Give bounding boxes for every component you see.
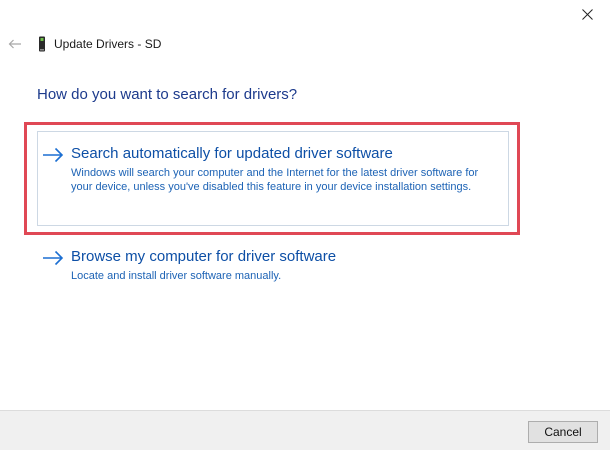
search-automatically-option[interactable]: Search automatically for updated driver … bbox=[37, 131, 509, 226]
back-arrow-icon bbox=[8, 39, 21, 49]
close-icon bbox=[581, 9, 593, 20]
dialog-footer: Cancel bbox=[0, 410, 610, 450]
sd-card-icon bbox=[37, 36, 47, 52]
option-description: Windows will search your computer and th… bbox=[71, 167, 479, 193]
arrow-right-icon bbox=[42, 250, 64, 266]
option-title: Browse my computer for driver software bbox=[71, 248, 337, 265]
back-button[interactable] bbox=[6, 34, 24, 54]
option-description: Locate and install driver software manua… bbox=[71, 270, 282, 282]
cancel-button[interactable]: Cancel bbox=[528, 421, 598, 443]
title-bar: Update Drivers - SD bbox=[6, 34, 161, 54]
option-title: Search automatically for updated driver … bbox=[71, 145, 393, 162]
close-button[interactable] bbox=[564, 0, 610, 29]
arrow-right-icon bbox=[42, 147, 64, 163]
browse-computer-option[interactable]: Browse my computer for driver software L… bbox=[37, 248, 520, 283]
page-heading: How do you want to search for drivers? bbox=[37, 86, 298, 103]
dialog-title: Update Drivers - SD bbox=[54, 37, 162, 51]
